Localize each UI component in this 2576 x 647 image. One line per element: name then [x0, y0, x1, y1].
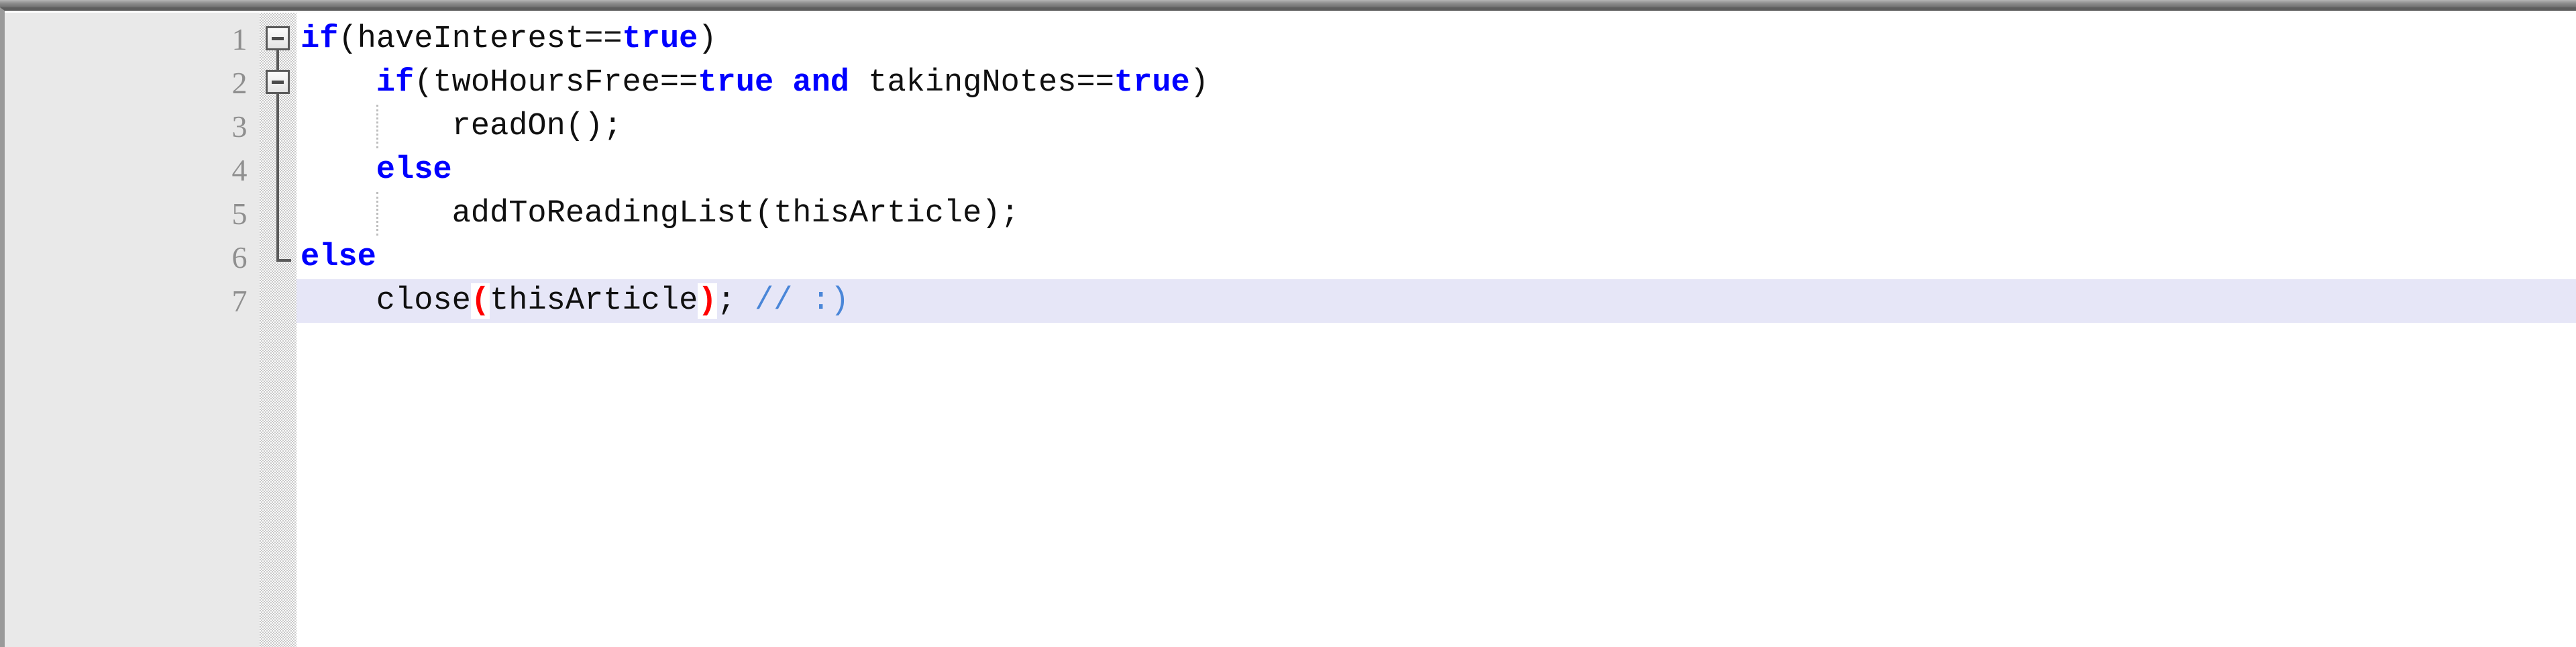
token-plain: thisArticle	[490, 283, 698, 319]
code-editor-window: 1234567 if(haveInterest==true) if(twoHour…	[0, 0, 2576, 647]
token-plain: addToReadingList(thisArticle);	[451, 196, 1020, 232]
line-number: 7	[231, 284, 248, 318]
token-keyword: true	[698, 65, 774, 101]
token-plain: (	[338, 21, 358, 57]
fold-end-corner	[276, 259, 291, 262]
token-operator: ==	[659, 65, 698, 101]
code-line[interactable]: readOn();	[297, 105, 623, 148]
token-bracket-match: )	[698, 283, 717, 319]
line-number-gutter[interactable]: 1 2 3 4 5 6 7	[5, 13, 260, 647]
token-plain: close	[376, 283, 471, 319]
token-plain: readOn();	[451, 109, 623, 144]
token-operator: ==	[584, 21, 623, 57]
indent-guide	[376, 105, 378, 148]
token-keyword: and	[792, 65, 849, 101]
token-bracket-match: (	[470, 283, 490, 319]
line-number: 1	[231, 22, 248, 56]
token-plain: haveInterest	[357, 21, 585, 57]
token-plain: )	[1189, 65, 1209, 101]
token-plain: (	[414, 65, 433, 101]
fold-collapse-icon[interactable]	[266, 70, 290, 94]
line-number: 2	[231, 66, 248, 100]
line-number: 3	[231, 109, 248, 144]
fold-range-line	[276, 94, 279, 259]
window-titlebar	[0, 0, 2576, 7]
code-line[interactable]: else	[297, 148, 452, 192]
code-line[interactable]: if(twoHoursFree==true and takingNotes==t…	[297, 61, 1209, 105]
token-plain: twoHoursFree	[433, 65, 660, 101]
token-plain: )	[698, 21, 717, 57]
line-number: 5	[231, 197, 248, 231]
token-comment: // :)	[754, 283, 849, 319]
token-keyword: true	[1114, 65, 1190, 101]
token-plain: takingNotes	[868, 65, 1077, 101]
token-keyword: if	[301, 21, 339, 57]
line-number: 4	[231, 153, 248, 187]
code-line[interactable]: if(haveInterest==true)	[297, 17, 717, 61]
indent-guide	[376, 192, 378, 236]
editor-pane[interactable]: 1234567 if(haveInterest==true) if(twoHour…	[5, 13, 2576, 647]
token-keyword: if	[376, 65, 415, 101]
code-line[interactable]: addToReadingList(thisArticle);	[297, 192, 1020, 236]
token-keyword: else	[301, 240, 376, 275]
line-number: 6	[231, 240, 248, 275]
token-operator: ==	[1076, 65, 1114, 101]
fold-range-connector	[276, 50, 279, 70]
token-keyword: else	[376, 152, 452, 188]
code-line[interactable]: else	[297, 236, 376, 279]
token-plain: ;	[716, 283, 736, 319]
token-keyword: true	[622, 21, 698, 57]
code-folding-margin[interactable]	[260, 13, 297, 647]
code-text-area[interactable]: if(haveInterest==true) if(twoHoursFree==t…	[297, 13, 2576, 647]
code-line-current[interactable]: close(thisArticle); // :)	[297, 279, 2576, 323]
fold-collapse-icon[interactable]	[266, 26, 290, 50]
